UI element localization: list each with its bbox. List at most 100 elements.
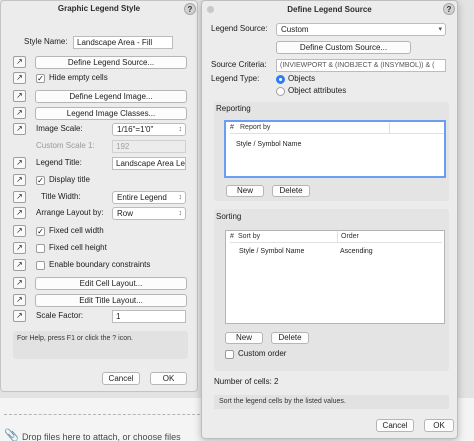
object-attributes-label: Object attributes bbox=[288, 86, 347, 95]
legend-image-classes-button[interactable]: Legend Image Classes... bbox=[35, 107, 187, 120]
edit-arrow-button[interactable]: ↗ bbox=[13, 157, 26, 169]
sorting-delete-button[interactable]: Delete bbox=[271, 332, 309, 344]
edit-arrow-button[interactable]: ↗ bbox=[13, 174, 26, 186]
define-legend-source-dialog: Define Legend Source ? Legend Source: Cu… bbox=[201, 0, 458, 439]
sorting-list[interactable]: # Sort by Order Style / Symbol Name Asce… bbox=[225, 230, 445, 324]
arrange-layout-label: Arrange Layout by: bbox=[36, 208, 104, 217]
column-header[interactable]: Report by bbox=[240, 122, 390, 134]
legend-source-label: Legend Source: bbox=[211, 24, 268, 33]
edit-arrow-button[interactable]: ↗ bbox=[13, 207, 26, 219]
column-header bbox=[390, 122, 444, 134]
custom-order-label: Custom order bbox=[238, 349, 287, 358]
reporting-section: Reporting # Report by Style / Symbol Nam… bbox=[214, 102, 449, 201]
arrange-layout-select[interactable]: Row ↕ bbox=[112, 207, 186, 220]
divider bbox=[4, 414, 200, 415]
objects-radio[interactable] bbox=[276, 75, 285, 84]
legend-type-label: Legend Type: bbox=[211, 74, 260, 83]
custom-scale-label: Custom Scale 1: bbox=[36, 141, 95, 150]
style-name-field[interactable]: Landscape Area - Fill bbox=[73, 36, 173, 49]
sorting-label: Sorting bbox=[216, 212, 242, 221]
edit-arrow-button[interactable]: ↗ bbox=[13, 123, 26, 135]
edit-arrow-button[interactable]: ↗ bbox=[13, 259, 26, 271]
title-width-label: Title Width: bbox=[41, 192, 81, 201]
drop-zone-text[interactable]: Drop files here to attach, or choose fil… bbox=[22, 432, 181, 441]
arrange-layout-value: Row bbox=[117, 209, 134, 218]
scale-factor-field[interactable]: 1 bbox=[112, 310, 186, 323]
title-width-value: Entire Legend bbox=[117, 193, 167, 202]
help-text-box: For Help, press F1 or click the ? icon. bbox=[13, 331, 188, 359]
chevron-down-icon: ▾ bbox=[438, 26, 442, 33]
info-text: Sort the legend cells by the listed valu… bbox=[219, 398, 346, 405]
legend-title-label: Legend Title: bbox=[36, 158, 82, 167]
reporting-label: Reporting bbox=[216, 104, 251, 113]
image-scale-value: 1/16"=1'0" bbox=[117, 125, 154, 134]
define-custom-source-button[interactable]: Define Custom Source... bbox=[276, 41, 411, 54]
graphic-legend-style-dialog: Graphic Legend Style ? Style Name: Lands… bbox=[0, 0, 198, 392]
image-scale-select[interactable]: 1/16"=1'0" ↕ bbox=[112, 123, 186, 136]
edit-arrow-button[interactable]: ↗ bbox=[13, 56, 26, 68]
list-item[interactable]: Style / Symbol Name bbox=[239, 246, 304, 257]
fixed-cell-width-label: Fixed cell width bbox=[49, 226, 104, 235]
reporting-delete-button[interactable]: Delete bbox=[272, 185, 310, 197]
list-item[interactable]: Style / Symbol Name bbox=[236, 139, 301, 150]
edit-arrow-button[interactable]: ↗ bbox=[13, 310, 26, 322]
help-button[interactable]: ? bbox=[184, 3, 196, 15]
edit-arrow-button[interactable]: ↗ bbox=[13, 294, 26, 306]
column-header[interactable]: Sort by bbox=[238, 231, 338, 243]
help-button[interactable]: ? bbox=[443, 3, 455, 15]
dialog-title: Define Legend Source bbox=[287, 5, 372, 14]
boundary-constraints-checkbox[interactable] bbox=[36, 261, 45, 270]
edit-title-layout-button[interactable]: Edit Title Layout... bbox=[35, 294, 187, 307]
number-of-cells-value: 2 bbox=[274, 377, 279, 386]
title-width-select[interactable]: Entire Legend ↕ bbox=[112, 191, 186, 204]
edit-cell-layout-button[interactable]: Edit Cell Layout... bbox=[35, 277, 187, 290]
edit-arrow-button[interactable]: ↗ bbox=[13, 90, 26, 102]
number-of-cells-label: Number of cells: bbox=[214, 377, 272, 386]
sorting-section: Sorting # Sort by Order Style / Symbol N… bbox=[214, 209, 449, 371]
edit-arrow-button[interactable]: ↗ bbox=[13, 191, 26, 203]
chevron-updown-icon: ↕ bbox=[178, 126, 183, 133]
legend-source-select[interactable]: Custom ▾ bbox=[276, 23, 446, 36]
column-header[interactable]: Order bbox=[338, 231, 442, 243]
source-criteria-field[interactable]: (INVIEWPORT & (INOBJECT & (INSYMBOL)) & … bbox=[276, 59, 446, 72]
object-attributes-radio[interactable] bbox=[276, 87, 285, 96]
chevron-updown-icon: ↕ bbox=[178, 210, 183, 217]
info-text-bar: Sort the legend cells by the listed valu… bbox=[214, 395, 449, 409]
chevron-updown-icon: ↕ bbox=[178, 194, 183, 201]
define-legend-source-button[interactable]: Define Legend Source... bbox=[35, 56, 187, 69]
display-title-label: Display title bbox=[49, 175, 90, 184]
legend-source-value: Custom bbox=[281, 25, 309, 34]
define-legend-image-button[interactable]: Define Legend Image... bbox=[35, 90, 187, 103]
boundary-constraints-label: Enable boundary constraints bbox=[49, 260, 151, 269]
attachment-icon: 📎 bbox=[4, 428, 19, 441]
ok-button[interactable]: OK bbox=[150, 372, 187, 385]
custom-scale-field: 192 bbox=[112, 140, 186, 153]
cancel-button[interactable]: Cancel bbox=[376, 419, 414, 432]
display-title-checkbox[interactable]: ✓ bbox=[36, 176, 45, 185]
scale-factor-label: Scale Factor: bbox=[36, 311, 84, 320]
edit-arrow-button[interactable]: ↗ bbox=[13, 107, 26, 119]
fixed-cell-height-label: Fixed cell height bbox=[49, 243, 107, 252]
cancel-button[interactable]: Cancel bbox=[102, 372, 140, 385]
edit-arrow-button[interactable]: ↗ bbox=[13, 242, 26, 254]
edit-arrow-button[interactable]: ↗ bbox=[13, 72, 26, 84]
source-criteria-label: Source Criteria: bbox=[211, 60, 267, 69]
objects-label: Objects bbox=[288, 74, 316, 83]
reporting-new-button[interactable]: New bbox=[226, 185, 264, 197]
list-item[interactable]: Ascending bbox=[340, 246, 373, 257]
legend-title-field[interactable]: Landscape Area Leg bbox=[112, 157, 186, 170]
sorting-new-button[interactable]: New bbox=[225, 332, 263, 344]
help-text: For Help, press F1 or click the ? icon. bbox=[17, 335, 133, 342]
edit-arrow-button[interactable]: ↗ bbox=[13, 225, 26, 237]
reporting-list[interactable]: # Report by Style / Symbol Name bbox=[224, 120, 446, 178]
edit-arrow-button[interactable]: ↗ bbox=[13, 277, 26, 289]
hide-empty-cells-checkbox[interactable]: ✓ bbox=[36, 74, 45, 83]
fixed-cell-height-checkbox[interactable] bbox=[36, 244, 45, 253]
ok-button[interactable]: OK bbox=[424, 419, 454, 432]
fixed-cell-width-checkbox[interactable]: ✓ bbox=[36, 227, 45, 236]
hide-empty-cells-label: Hide empty cells bbox=[49, 73, 108, 82]
dialog-title: Graphic Legend Style bbox=[57, 4, 141, 13]
image-scale-label: Image Scale: bbox=[36, 124, 83, 133]
style-name-label: Style Name: bbox=[24, 37, 68, 46]
custom-order-checkbox[interactable] bbox=[225, 350, 234, 359]
